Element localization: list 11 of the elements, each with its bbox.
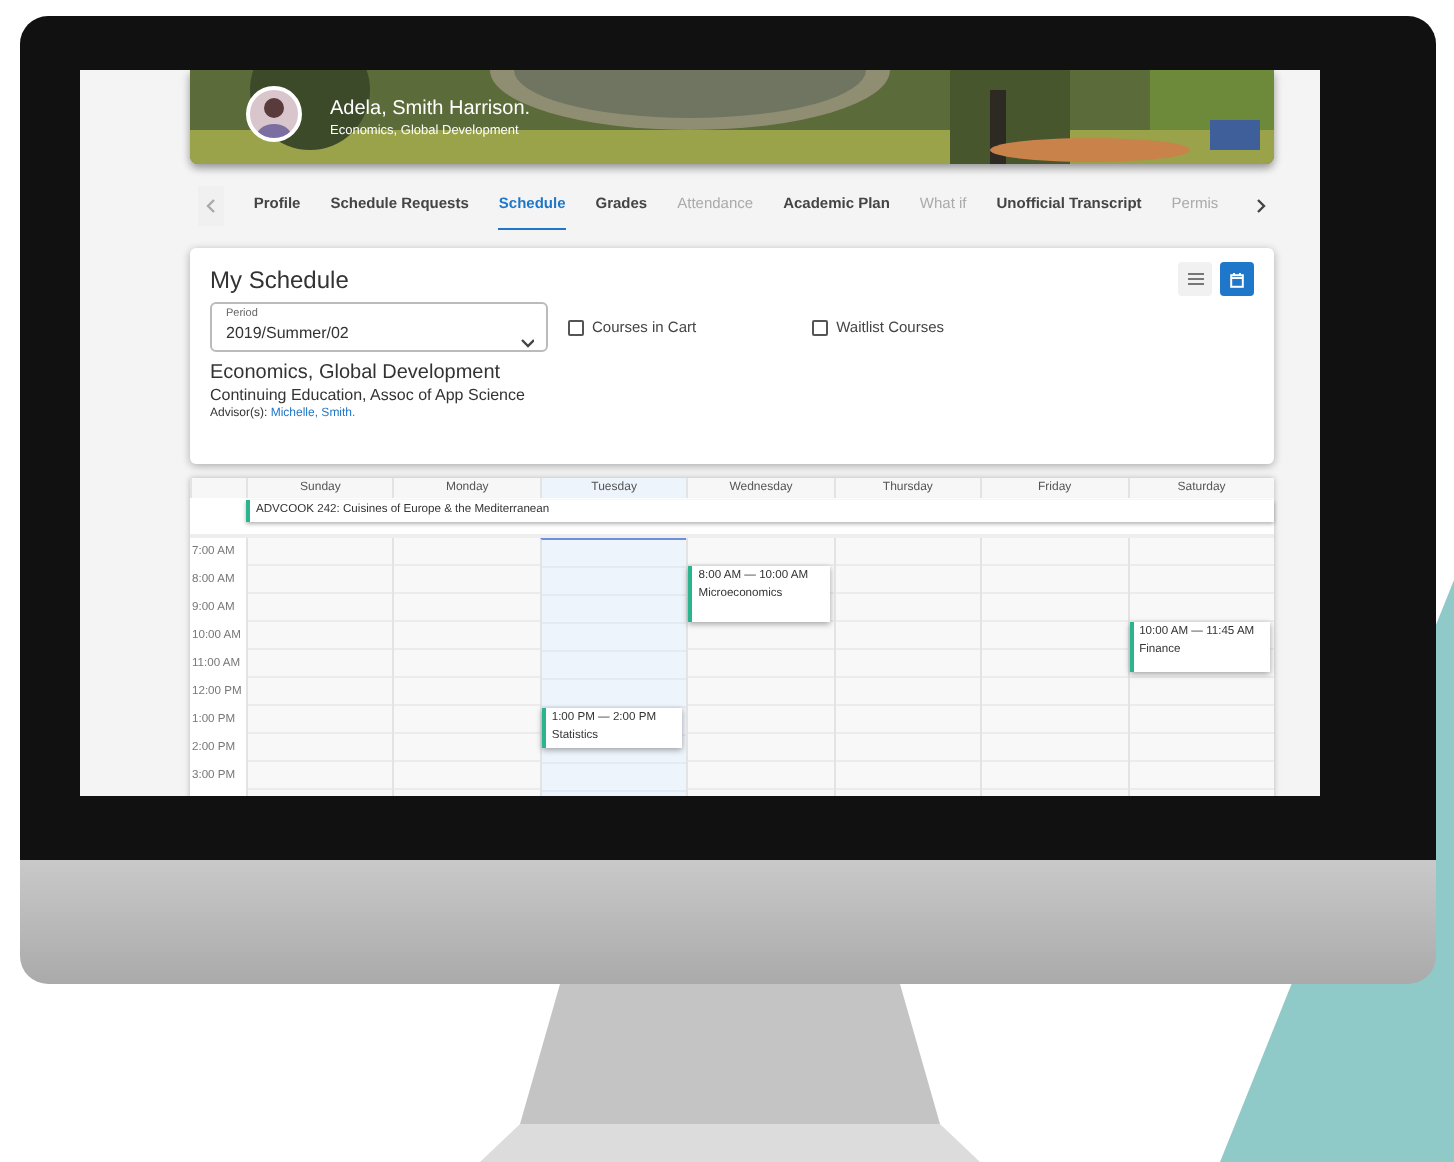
- chevron-left-icon: [203, 198, 218, 214]
- chevron-right-icon: [1254, 198, 1269, 214]
- caret-icon: [520, 335, 534, 352]
- calendar-icon: [1230, 271, 1244, 287]
- card-title: My Schedule: [210, 264, 349, 298]
- student-name: Adela, Smith Harrison.: [330, 98, 531, 122]
- list-view-button[interactable]: [1178, 262, 1212, 296]
- calendar-view-button[interactable]: [1220, 262, 1254, 296]
- list-icon: [1187, 272, 1203, 286]
- program-title: Economics, Global Development: [210, 362, 503, 386]
- degree-text: Continuing Education, Assoc of App Science: [210, 386, 527, 406]
